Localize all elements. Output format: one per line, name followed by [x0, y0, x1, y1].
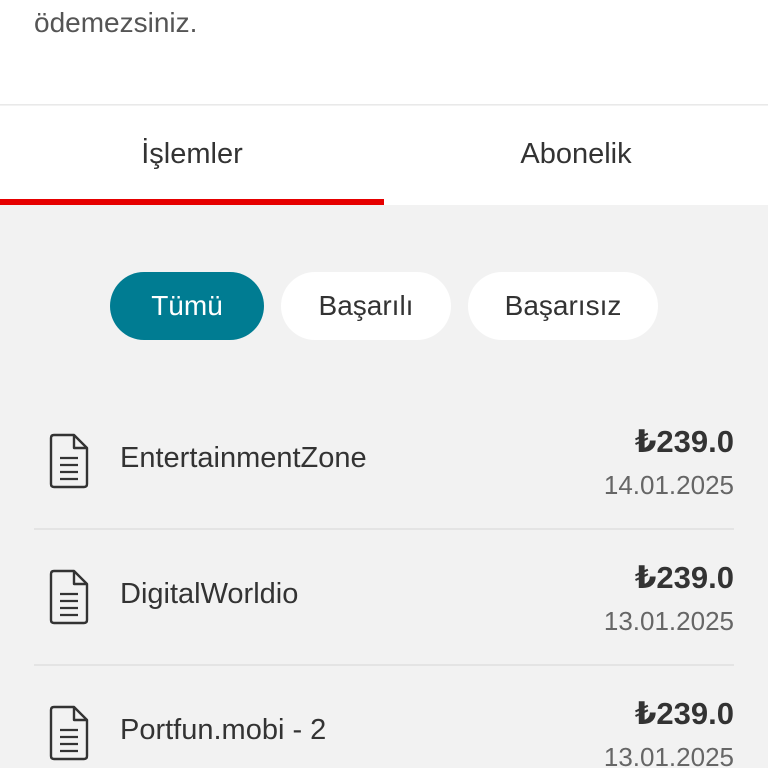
- filter-all-label: Tümü: [151, 290, 223, 321]
- filter-successful-label: Başarılı: [318, 290, 414, 321]
- transaction-date: 13.01.2025: [603, 742, 734, 768]
- transaction-name: EntertainmentZone: [120, 442, 367, 474]
- transactions-screen: ödemezsiniz. İşlemler Abonelik Tümü Başa…: [0, 0, 768, 768]
- transaction-amount: ₺239.0: [634, 696, 734, 731]
- document-icon: [49, 433, 89, 489]
- tab-abonelik[interactable]: Abonelik: [384, 106, 768, 205]
- transaction-row[interactable]: Portfun.mobi - 2 ₺239.0 13.01.2025: [34, 666, 734, 768]
- filter-chips: Tümü Başarılı Başarısız: [0, 272, 768, 342]
- filter-all-chip[interactable]: Tümü: [110, 272, 264, 340]
- active-tab-indicator: [0, 199, 384, 205]
- tab-islemler-label: İşlemler: [141, 138, 243, 170]
- document-icon: [49, 705, 89, 761]
- filter-successful-chip[interactable]: Başarılı: [281, 272, 451, 340]
- transaction-amount: ₺239.0: [634, 560, 734, 595]
- transaction-amount: ₺239.0: [634, 424, 734, 459]
- tab-abonelik-label: Abonelik: [520, 138, 632, 170]
- transaction-row[interactable]: EntertainmentZone ₺239.0 14.01.2025: [34, 394, 734, 530]
- transaction-row[interactable]: DigitalWorldio ₺239.0 13.01.2025: [34, 530, 734, 666]
- filter-failed-chip[interactable]: Başarısız: [468, 272, 658, 340]
- filter-failed-label: Başarısız: [504, 290, 622, 321]
- tab-bar: İşlemler Abonelik: [0, 106, 768, 205]
- transaction-date: 14.01.2025: [603, 470, 734, 500]
- tab-islemler[interactable]: İşlemler: [0, 106, 384, 205]
- transaction-date: 13.01.2025: [603, 606, 734, 636]
- transaction-name: Portfun.mobi - 2: [120, 714, 327, 746]
- document-icon: [49, 569, 89, 625]
- intro-section: ödemezsiniz.: [0, 0, 768, 105]
- transaction-name: DigitalWorldio: [120, 578, 299, 610]
- transaction-list: EntertainmentZone ₺239.0 14.01.2025 Digi…: [34, 394, 734, 768]
- intro-text: ödemezsiniz.: [34, 7, 198, 38]
